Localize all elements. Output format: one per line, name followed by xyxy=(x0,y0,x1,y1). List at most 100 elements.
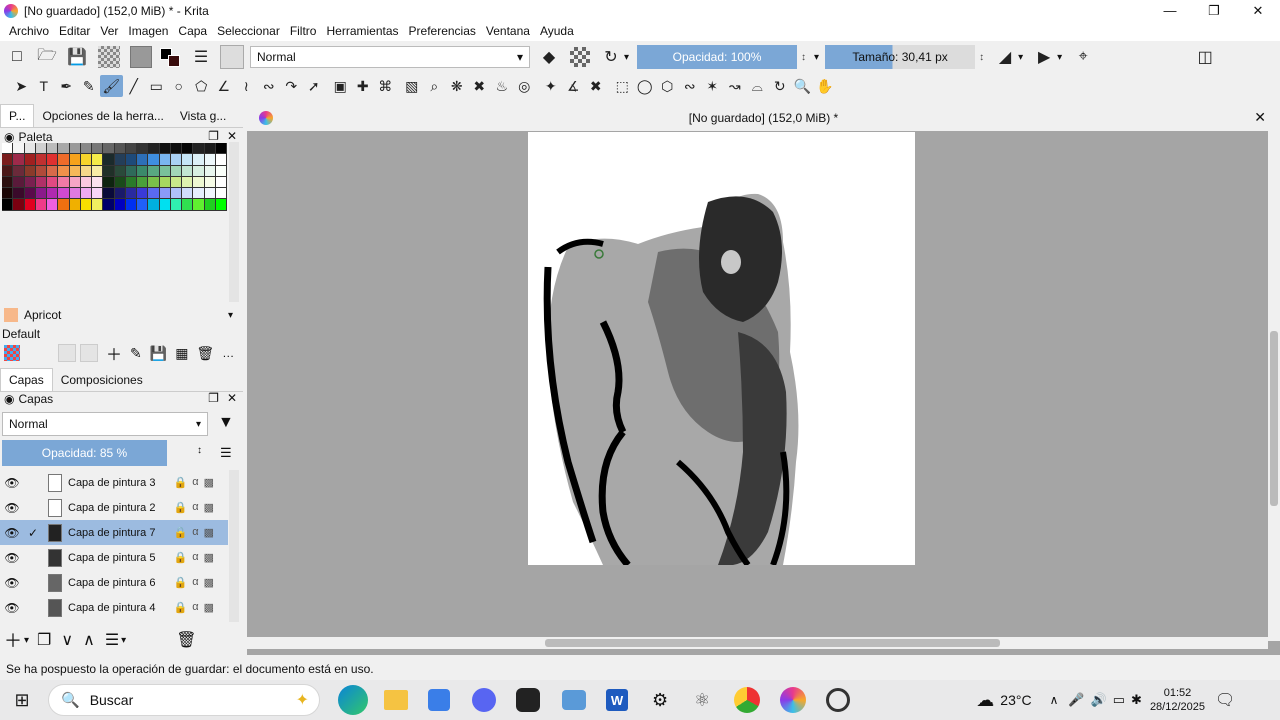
alpha-icon[interactable]: α xyxy=(192,551,198,564)
magnetic-select-icon[interactable]: ↻ xyxy=(769,75,792,97)
alpha-icon[interactable]: α xyxy=(192,501,198,514)
add-layer-icon[interactable]: ＋ xyxy=(4,627,22,653)
palette-swatches[interactable] xyxy=(2,143,227,211)
layer-row[interactable]: 👁 Capa de pintura 3 🔒 α ▩ xyxy=(0,470,228,495)
menu-capa[interactable]: Capa xyxy=(173,24,212,38)
menu-herramientas[interactable]: Herramientas xyxy=(321,24,403,38)
file-explorer-icon[interactable] xyxy=(384,690,408,710)
more-icon[interactable]: … xyxy=(222,346,234,360)
close-document-icon[interactable]: ✕ xyxy=(1254,109,1266,126)
duplicate-layer-icon[interactable]: ❐ xyxy=(37,630,51,650)
bezier-select-icon[interactable]: ⌓ xyxy=(746,75,769,97)
store-icon[interactable] xyxy=(428,689,450,711)
layer-opacity-slider[interactable]: Opacidad: 85 % xyxy=(2,440,167,466)
inherit-alpha-icon[interactable]: ▩ xyxy=(204,501,214,514)
taskbar-search[interactable]: 🔍 Buscar ✦ xyxy=(48,684,320,716)
tab-overview[interactable]: Vista g... xyxy=(172,105,234,127)
layer-row[interactable]: 👁 Capa de pintura 5 🔒 α ▩ xyxy=(0,545,228,570)
inherit-alpha-icon[interactable]: ▩ xyxy=(204,526,214,539)
layer-properties-icon[interactable]: ☰ xyxy=(105,630,119,650)
chevron-down-icon[interactable]: ▾ xyxy=(624,52,629,63)
fill-tool-icon[interactable]: ♨ xyxy=(491,75,514,97)
inherit-alpha-icon[interactable]: ▩ xyxy=(204,476,214,489)
close-panel-icon[interactable]: ✕ xyxy=(227,391,237,405)
pattern-icon[interactable] xyxy=(130,46,152,68)
menu-editar[interactable]: Editar xyxy=(54,24,95,38)
eraser-icon[interactable]: ◆ xyxy=(538,46,560,68)
swatch-slot[interactable] xyxy=(80,344,98,362)
menu-lines-icon[interactable]: ☰ xyxy=(220,445,232,461)
menu-imagen[interactable]: Imagen xyxy=(123,24,173,38)
close-button[interactable]: ✕ xyxy=(1236,0,1280,21)
start-button-icon[interactable]: ⊞ xyxy=(0,690,44,711)
multibrush-icon[interactable]: ➚ xyxy=(303,75,326,97)
reference-tool-icon[interactable]: ✖ xyxy=(585,75,608,97)
layer-row[interactable]: 👁 Capa de pintura 2 🔒 α ▩ xyxy=(0,495,228,520)
eye-icon[interactable]: 👁 xyxy=(0,526,24,540)
transform-tool-icon[interactable]: ▣ xyxy=(329,75,352,97)
opacity-slider[interactable]: Opacidad: 100% xyxy=(637,45,798,69)
recorder-icon[interactable] xyxy=(826,688,851,712)
word-icon[interactable]: W xyxy=(606,689,628,711)
alpha-lock-icon[interactable] xyxy=(570,47,590,67)
spin-arrows-icon[interactable]: ↕ xyxy=(801,52,806,63)
line-tool-icon[interactable]: ╱ xyxy=(123,75,146,97)
save-palette-icon[interactable]: 💾 xyxy=(150,345,167,362)
freehand-path-icon[interactable]: ∾ xyxy=(258,75,281,97)
brush-tool-icon[interactable]: 🖌 xyxy=(100,75,123,97)
spin-arrows-icon[interactable]: ↕ xyxy=(979,52,984,63)
menu-filtro[interactable]: Filtro xyxy=(285,24,322,38)
vertical-scrollbar[interactable] xyxy=(1268,131,1280,641)
edit-swatch-icon[interactable]: ✎ xyxy=(130,345,142,362)
tab-layers[interactable]: Capas xyxy=(0,368,53,391)
gradient-tool-icon[interactable]: ▧ xyxy=(401,75,424,97)
zoom-tool-icon[interactable]: 🔍 xyxy=(791,75,814,97)
polyline-tool-icon[interactable]: ∠ xyxy=(213,75,236,97)
brush-settings-icon[interactable]: ☰ xyxy=(190,46,212,68)
grid-view-icon[interactable]: ▦ xyxy=(175,345,188,362)
smart-patch-icon[interactable]: ❋ xyxy=(446,75,469,97)
mirror-vertical-icon[interactable]: ▶ xyxy=(1033,46,1055,68)
rect-select-icon[interactable]: ⬚ xyxy=(611,75,634,97)
ellipse-tool-icon[interactable]: ○ xyxy=(168,75,191,97)
polygon-tool-icon[interactable]: ⬠ xyxy=(190,75,213,97)
weather-temp[interactable]: 23°C xyxy=(1000,692,1031,708)
wifi-icon[interactable]: ✱ xyxy=(1131,692,1142,708)
eye-icon[interactable]: 👁 xyxy=(0,576,24,590)
brush-preset-icon[interactable] xyxy=(220,45,244,69)
layers-scrollbar[interactable] xyxy=(229,470,239,622)
calligraphy-icon[interactable]: ✎ xyxy=(78,75,101,97)
lock-icon[interactable]: 🔒 xyxy=(174,526,188,539)
alpha-icon[interactable]: α xyxy=(192,476,198,489)
edge-icon[interactable] xyxy=(338,685,368,715)
colorize-mask-icon[interactable]: ✖ xyxy=(468,75,491,97)
chevron-up-icon[interactable]: ∧ xyxy=(1050,693,1059,707)
new-document-icon[interactable]: □ xyxy=(6,46,28,68)
minimize-button[interactable]: — xyxy=(1148,0,1192,21)
rectangle-tool-icon[interactable]: ▭ xyxy=(145,75,168,97)
freehand-select-icon[interactable]: ∾ xyxy=(679,75,702,97)
enclose-fill-icon[interactable]: ◎ xyxy=(513,75,536,97)
workspace-icon[interactable]: ◫ xyxy=(1194,46,1216,68)
alpha-icon[interactable]: α xyxy=(192,576,198,589)
clock[interactable]: 01:52 28/12/2025 xyxy=(1150,686,1205,714)
alpha-icon[interactable]: α xyxy=(192,526,198,539)
chevron-down-icon[interactable]: ▾ xyxy=(814,52,819,63)
delete-swatch-icon[interactable]: 🗑 xyxy=(196,345,214,362)
discord-icon[interactable] xyxy=(472,688,496,712)
dynamic-brush-icon[interactable]: ↷ xyxy=(280,75,303,97)
eye-icon[interactable]: 👁 xyxy=(0,551,24,565)
menu-ayuda[interactable]: Ayuda xyxy=(535,24,579,38)
layer-row-selected[interactable]: 👁 ✓ Capa de pintura 7 🔒 α ▩ xyxy=(0,520,228,545)
krita-taskbar-icon[interactable] xyxy=(780,687,807,713)
inherit-alpha-icon[interactable]: ▩ xyxy=(204,576,214,589)
close-panel-icon[interactable]: ✕ xyxy=(227,129,237,143)
menu-ver[interactable]: Ver xyxy=(95,24,123,38)
battery-icon[interactable]: ▭ xyxy=(1113,692,1125,708)
document-tab[interactable]: [No guardado] (152,0 MiB) * ✕ xyxy=(247,104,1280,131)
eye-icon[interactable]: 👁 xyxy=(0,501,24,515)
current-color-row[interactable]: Apricot ▾ xyxy=(2,305,239,325)
color-picker-icon[interactable]: ⌕ xyxy=(423,75,446,97)
layer-row[interactable]: 👁 Capa de pintura 4 🔒 α ▩ xyxy=(0,595,228,620)
brush-size-slider[interactable]: Tamaño: 30,41 px xyxy=(825,45,976,69)
